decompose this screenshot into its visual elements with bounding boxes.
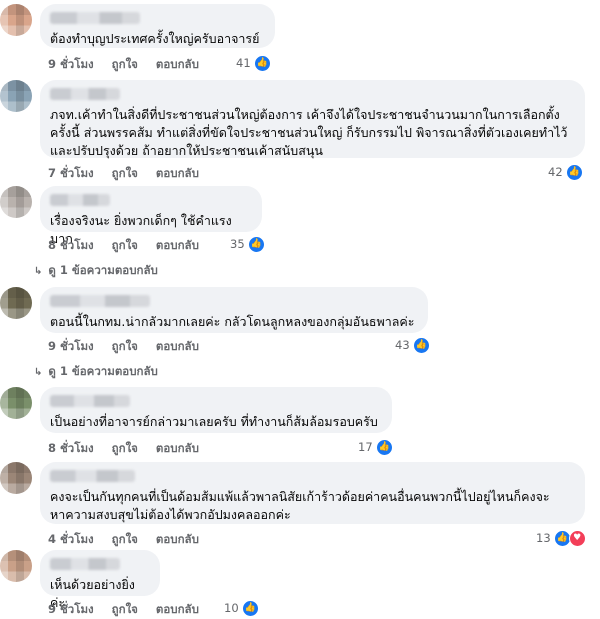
comment-text: เป็นอย่างที่อาจารย์กล่าวมาเลยครับ ที่ทำง… xyxy=(50,414,378,429)
comment-bubble: เป็นอย่างที่อาจารย์กล่าวมาเลยครับ ที่ทำง… xyxy=(40,387,392,433)
thumbs-up-icon: 👍 xyxy=(412,336,430,354)
reaction-count: 41 xyxy=(236,56,251,70)
comment-actions: 9 ชั่วโมง ถูกใจ ตอบกลับ xyxy=(48,56,199,74)
reply-button[interactable]: ตอบกลับ xyxy=(156,56,199,74)
comment-bubble: ตอนนี้ในกทม.น่ากลัวมากเลยค่ะ กลัวโดนลูกห… xyxy=(40,287,428,333)
comment-time[interactable]: 8 ชั่วโมง xyxy=(48,237,94,255)
reaction-count: 10 xyxy=(224,601,239,615)
comment-bubble: คงจะเป็นกันทุกคนที่เป็นด้อมส้มแพ้แล้วพาล… xyxy=(40,462,585,524)
reply-arrow-icon: ↳ xyxy=(34,366,43,378)
author-name[interactable] xyxy=(50,295,150,307)
comment-text: คงจะเป็นกันทุกคนที่เป็นด้อมส้มแพ้แล้วพาล… xyxy=(50,489,550,522)
reply-button[interactable]: ตอบกลับ xyxy=(156,165,199,183)
reaction-count: 35 xyxy=(230,237,245,251)
reaction-summary[interactable]: 43 👍 xyxy=(395,336,430,354)
like-button[interactable]: ถูกใจ xyxy=(112,338,138,356)
comment-actions: 9 ชั่วโมง ถูกใจ ตอบกลับ xyxy=(48,338,199,356)
view-replies-label: ดู 1 ข้อความตอบกลับ xyxy=(48,364,158,378)
author-name[interactable] xyxy=(50,470,135,482)
thumbs-up-icon: 👍 xyxy=(565,163,583,181)
view-replies-label: ดู 1 ข้อความตอบกลับ xyxy=(48,263,158,277)
avatar[interactable] xyxy=(0,462,32,494)
reaction-count: 43 xyxy=(395,338,410,352)
comment-text: ต้องทำบุญประเทศครั้งใหญ่ครับอาจารย์ xyxy=(50,31,260,46)
comment-text: ตอนนี้ในกทม.น่ากลัวมากเลยค่ะ กลัวโดนลูกห… xyxy=(50,314,415,329)
reaction-summary[interactable]: 42 👍 xyxy=(548,163,583,181)
comment-bubble: เห็นด้วยอย่างยิ่งค่ะ xyxy=(40,550,160,610)
avatar[interactable] xyxy=(0,550,32,582)
heart-icon: ♥ xyxy=(568,529,586,547)
like-button[interactable]: ถูกใจ xyxy=(112,165,138,183)
comment-actions: 4 ชั่วโมง ถูกใจ ตอบกลับ xyxy=(48,531,199,549)
like-button[interactable]: ถูกใจ xyxy=(112,237,138,255)
author-name[interactable] xyxy=(50,88,120,100)
comment-bubble: ภจท.เค้าทำในสิ่งดีที่ประชาชนส่วนใหญ่ต้อง… xyxy=(40,80,585,158)
reply-button[interactable]: ตอบกลับ xyxy=(156,237,199,255)
comment-text: ภจท.เค้าทำในสิ่งดีที่ประชาชนส่วนใหญ่ต้อง… xyxy=(50,107,568,158)
comment-actions: 8 ชั่วโมง ถูกใจ ตอบกลับ xyxy=(48,440,199,458)
reply-button[interactable]: ตอบกลับ xyxy=(156,601,199,619)
thumbs-up-icon: 👍 xyxy=(247,235,265,253)
author-name[interactable] xyxy=(50,194,110,206)
comment-time[interactable]: 9 ชั่วโมง xyxy=(48,56,94,74)
avatar[interactable] xyxy=(0,186,32,218)
reaction-count: 17 xyxy=(358,440,373,454)
comment-time[interactable]: 7 ชั่วโมง xyxy=(48,165,94,183)
reaction-summary[interactable]: 35 👍 xyxy=(230,235,265,253)
comment-actions: 7 ชั่วโมง ถูกใจ ตอบกลับ xyxy=(48,165,199,183)
comment-bubble: เรื่องจริงนะ ยิ่งพวกเด็กๆ ใช้คำแรงมาก xyxy=(40,186,262,246)
comment-time[interactable]: 9 ชั่วโมง xyxy=(48,338,94,356)
comment-time[interactable]: 9 ชั่วโมง xyxy=(48,601,94,619)
reply-button[interactable]: ตอบกลับ xyxy=(156,531,199,549)
thumbs-up-icon: 👍 xyxy=(253,54,271,72)
author-name[interactable] xyxy=(50,558,120,570)
comment-time[interactable]: 4 ชั่วโมง xyxy=(48,531,94,549)
like-button[interactable]: ถูกใจ xyxy=(112,56,138,74)
reaction-summary[interactable]: 13 👍 ♥ xyxy=(536,529,586,547)
view-replies-link[interactable]: ↳ ดู 1 ข้อความตอบกลับ xyxy=(34,262,158,280)
comment-actions: 9 ชั่วโมง ถูกใจ ตอบกลับ xyxy=(48,601,199,619)
view-replies-link[interactable]: ↳ ดู 1 ข้อความตอบกลับ xyxy=(34,363,158,381)
avatar[interactable] xyxy=(0,4,32,36)
like-button[interactable]: ถูกใจ xyxy=(112,440,138,458)
avatar[interactable] xyxy=(0,387,32,419)
avatar[interactable] xyxy=(0,80,32,112)
comment-time[interactable]: 8 ชั่วโมง xyxy=(48,440,94,458)
reaction-summary[interactable]: 10 👍 xyxy=(224,599,259,617)
reaction-count: 42 xyxy=(548,165,563,179)
avatar[interactable] xyxy=(0,287,32,319)
author-name[interactable] xyxy=(50,12,140,24)
like-button[interactable]: ถูกใจ xyxy=(112,531,138,549)
reply-arrow-icon: ↳ xyxy=(34,265,43,277)
reaction-count: 13 xyxy=(536,531,551,545)
reply-button[interactable]: ตอบกลับ xyxy=(156,440,199,458)
comment-actions: 8 ชั่วโมง ถูกใจ ตอบกลับ xyxy=(48,237,199,255)
thumbs-up-icon: 👍 xyxy=(241,599,259,617)
reply-button[interactable]: ตอบกลับ xyxy=(156,338,199,356)
author-name[interactable] xyxy=(50,395,130,407)
thumbs-up-icon: 👍 xyxy=(375,438,393,456)
reaction-summary[interactable]: 17 👍 xyxy=(358,438,393,456)
like-button[interactable]: ถูกใจ xyxy=(112,601,138,619)
reaction-summary[interactable]: 41 👍 xyxy=(236,54,271,72)
comment-bubble: ต้องทำบุญประเทศครั้งใหญ่ครับอาจารย์ xyxy=(40,4,275,48)
